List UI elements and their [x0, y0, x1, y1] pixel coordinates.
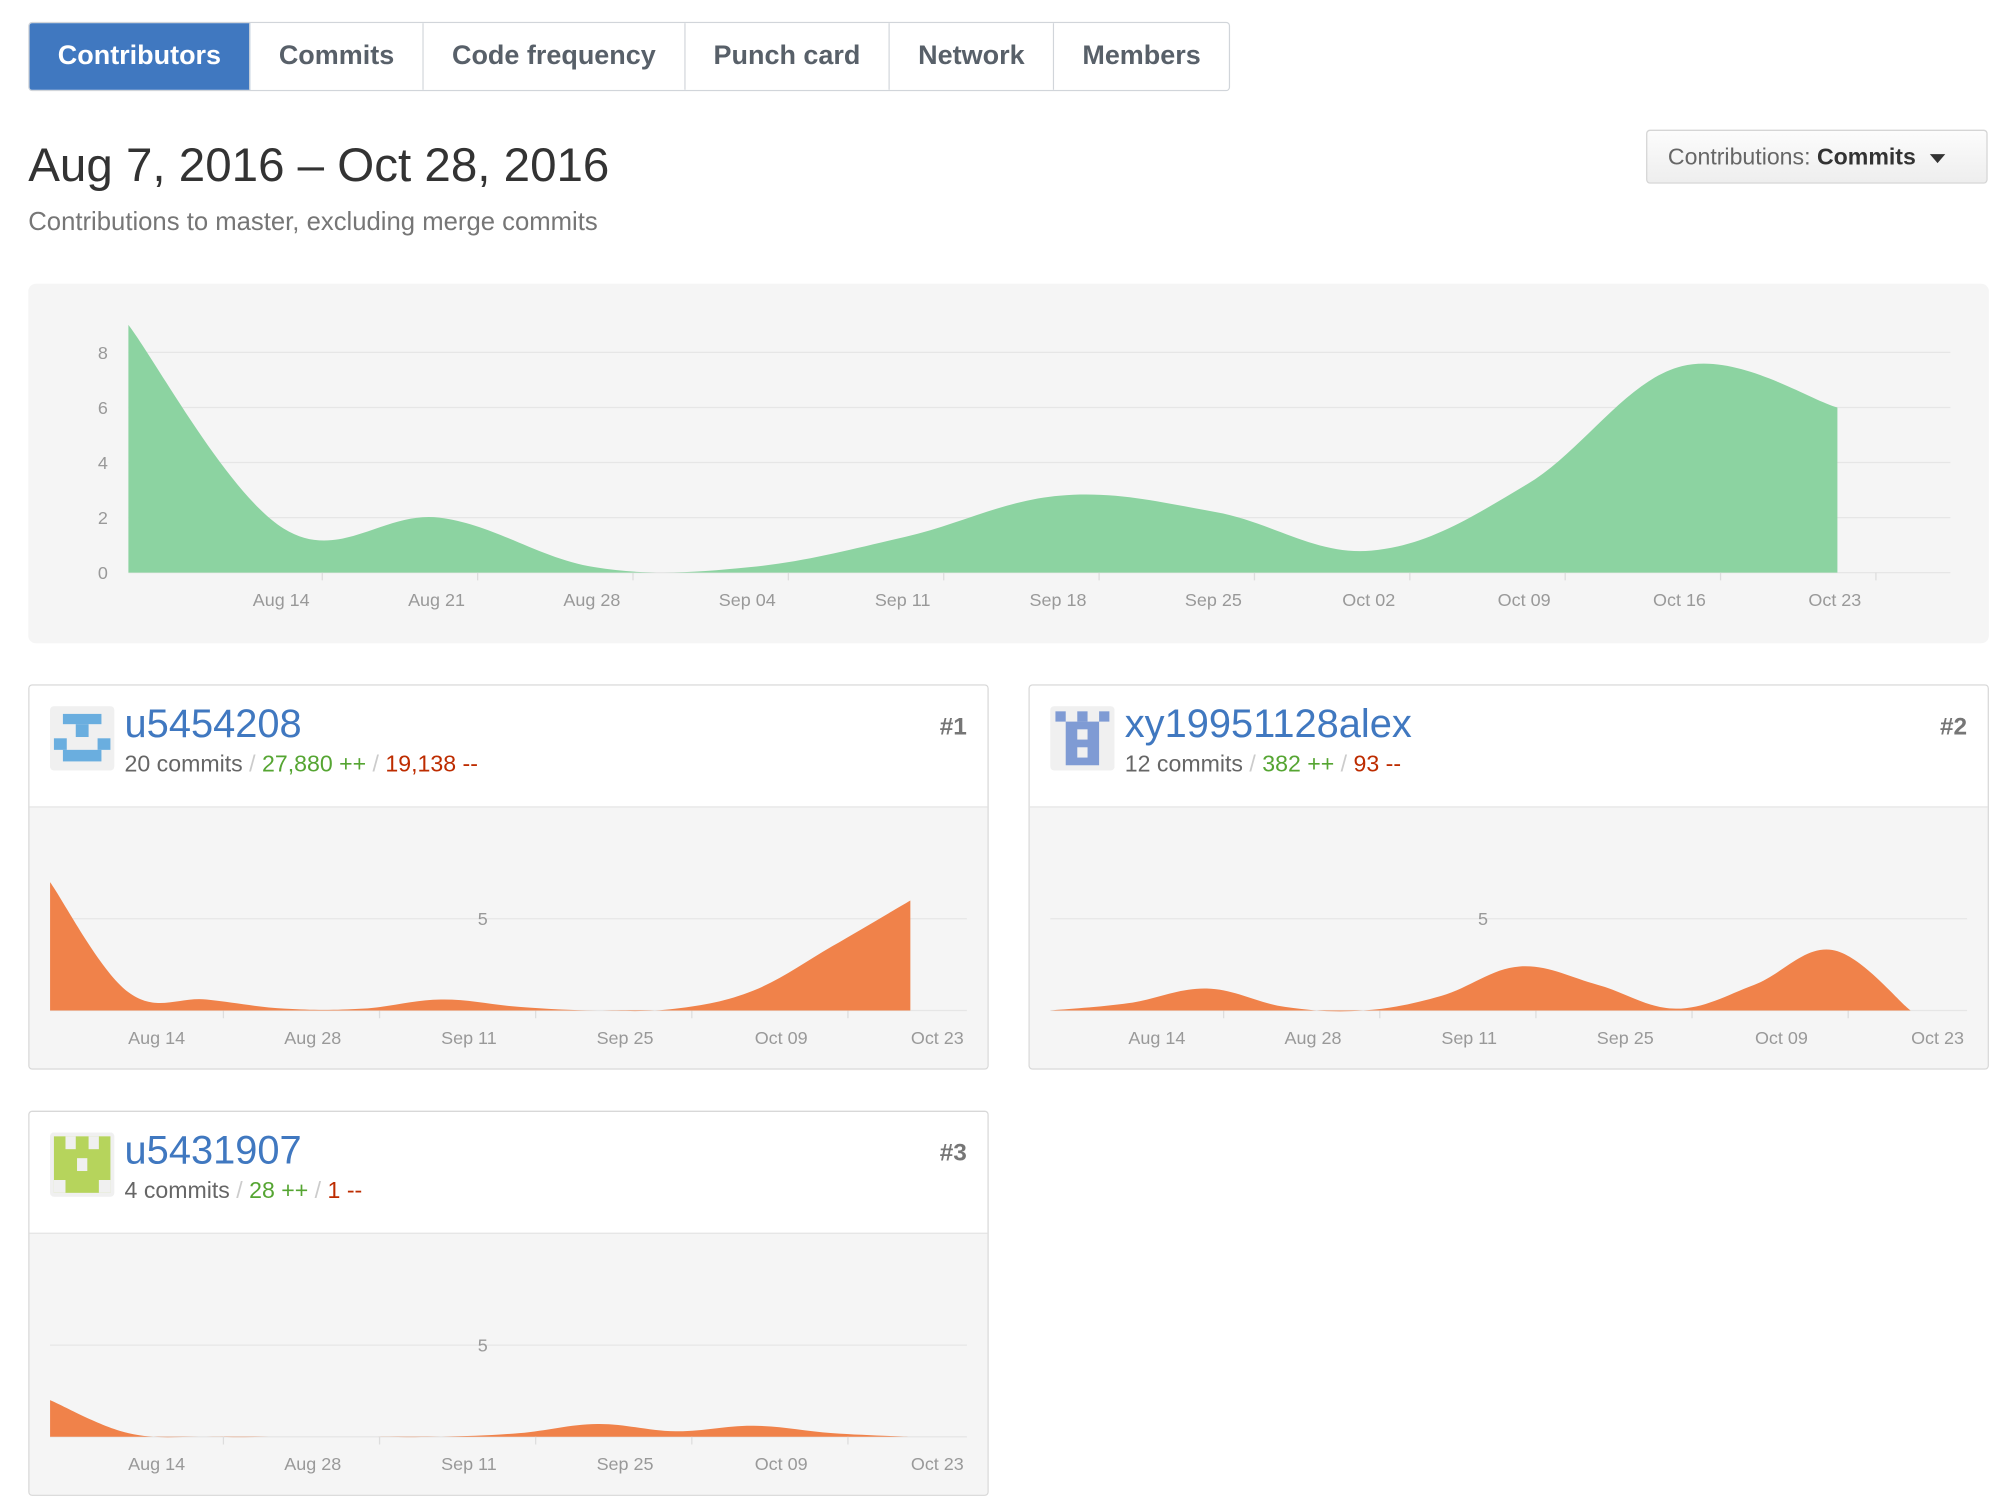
x-tick-label: Sep 18: [1030, 590, 1087, 610]
graph-tabs: Contributors Commits Code frequency Punc…: [28, 21, 1231, 92]
commits-count-link[interactable]: 20 commits: [125, 751, 243, 777]
x-tick-label: Sep 25: [597, 1028, 654, 1048]
contributor-graph-svg: 5 Aug 14 Aug 28 Sep 11 Sep 25 Oct 09 Oct 23: [50, 882, 967, 1048]
contributor-area: [50, 882, 911, 1012]
y-tick-label: 2: [98, 508, 108, 528]
x-tick-label: Oct 23: [911, 1028, 964, 1048]
separator: /: [249, 751, 256, 777]
separator: /: [372, 751, 379, 777]
contributor-card: xy19951128alex 12 commits/382 ++/93 -- #…: [1028, 684, 1989, 1070]
additions-count: 27,880 ++: [261, 751, 367, 777]
contributor-area: [50, 1400, 911, 1438]
x-tick-label: Aug 28: [1285, 1028, 1342, 1048]
contributor-header: u5454208 20 commits/27,880 ++/19,138 -- …: [29, 685, 988, 808]
contributor-rank: #3: [939, 1140, 967, 1168]
contributor-card: u5454208 20 commits/27,880 ++/19,138 -- …: [28, 684, 989, 1070]
contributor-graph-svg: 5 Aug 14 Aug 28 Sep 11 Sep 25 Oct 09 Oct 23: [1050, 909, 1968, 1048]
separator: /: [1249, 751, 1256, 777]
commits-count-link[interactable]: 12 commits: [1125, 751, 1243, 777]
x-tick-label: Aug 14: [128, 1028, 185, 1048]
contributor-header: xy19951128alex 12 commits/382 ++/93 -- #…: [1029, 685, 1988, 808]
contributor-stats: 4 commits/28 ++/1 --: [125, 1177, 363, 1204]
identicon-icon: [1050, 706, 1115, 771]
x-tick-label: Oct 23: [1808, 590, 1861, 610]
tab-commits[interactable]: Commits: [250, 23, 424, 90]
tab-code-frequency[interactable]: Code frequency: [423, 23, 686, 90]
additions-count: 28 ++: [249, 1177, 309, 1204]
avatar[interactable]: [1050, 706, 1115, 771]
tab-members[interactable]: Members: [1054, 23, 1229, 90]
commits-overview-graph[interactable]: 0 2 4 6 8 Aug 14 Aug 21 Aug 28 Sep 04 Sep 11 Sep 1…: [28, 283, 1989, 644]
deletions-count: 19,138 --: [385, 751, 478, 777]
x-tick-label: Aug 14: [253, 590, 310, 610]
x-tick-label: Oct 09: [755, 1028, 808, 1048]
contributor-graph[interactable]: 5 Aug 14 Aug 28 Sep 11 Sep 25 Oct 09 Oct 23: [29, 1233, 988, 1495]
contributor-username[interactable]: u5431907: [125, 1127, 302, 1173]
x-tick-label: Aug 28: [284, 1454, 341, 1474]
contributor-username[interactable]: u5454208: [125, 701, 302, 747]
deletions-count: 93 --: [1353, 751, 1402, 777]
contributor-area: [1050, 949, 1911, 1012]
identicon-icon: [50, 706, 115, 771]
y-tick-label: 0: [98, 563, 108, 583]
contributor-header: u5431907 4 commits/28 ++/1 -- #3: [29, 1111, 988, 1234]
date-range-title: Aug 7, 2016 – Oct 28, 2016: [28, 138, 610, 192]
contributions-select-value: Commits: [1816, 143, 1916, 170]
y-tick-label: 5: [478, 1336, 488, 1356]
contributor-graph[interactable]: 5 Aug 14 Aug 28 Sep 11 Sep 25 Oct 09 Oct 23: [29, 807, 988, 1069]
x-tick-label: Aug 21: [408, 590, 465, 610]
x-tick-label: Oct 09: [1755, 1028, 1808, 1048]
avatar[interactable]: [50, 706, 115, 771]
y-tick-label: 8: [98, 343, 108, 363]
contributor-graph[interactable]: 5 Aug 14 Aug 28 Sep 11 Sep 25 Oct 09 Oct 23: [1029, 807, 1988, 1069]
x-tick-label: Sep 25: [1185, 590, 1242, 610]
x-tick-label: Oct 23: [911, 1454, 964, 1474]
contributor-stats: 12 commits/382 ++/93 --: [1125, 751, 1401, 778]
separator: /: [314, 1177, 322, 1204]
contributions-select[interactable]: Contributions: Commits: [1646, 129, 1988, 184]
y-tick-label: 5: [478, 909, 488, 929]
x-tick-label: Oct 09: [755, 1454, 808, 1474]
x-tick-label: Sep 11: [441, 1028, 497, 1048]
x-tick-label: Sep 11: [1441, 1028, 1497, 1048]
x-tick-label: Aug 28: [284, 1028, 341, 1048]
chevron-down-icon: [1929, 153, 1946, 163]
x-tick-label: Sep 04: [719, 590, 776, 610]
x-tick-label: Oct 16: [1653, 590, 1706, 610]
x-tick-label: Sep 11: [875, 590, 931, 610]
contributor-rank: #1: [939, 713, 967, 741]
commits-area: [128, 324, 1838, 573]
x-tick-label: Oct 02: [1342, 590, 1395, 610]
x-tick-label: Sep 25: [597, 1454, 654, 1474]
tab-punch-card[interactable]: Punch card: [685, 23, 890, 90]
x-tick-label: Sep 25: [1597, 1028, 1654, 1048]
contributors-page: Contributors Commits Code frequency Punc…: [0, 0, 2012, 1510]
identicon-icon: [50, 1132, 115, 1197]
y-tick-label: 4: [98, 453, 108, 473]
x-tick-label: Aug 14: [1128, 1028, 1185, 1048]
additions-count: 382 ++: [1262, 751, 1335, 777]
separator: /: [1340, 751, 1348, 777]
contributor-username[interactable]: xy19951128alex: [1125, 701, 1412, 747]
contributor-rank: #2: [1939, 713, 1968, 741]
separator: /: [236, 1177, 243, 1204]
x-tick-label: Sep 11: [441, 1454, 497, 1474]
contributor-stats: 20 commits/27,880 ++/19,138 --: [125, 751, 478, 778]
y-tick-label: 6: [98, 398, 108, 418]
deletions-count: 1 --: [327, 1177, 363, 1204]
x-tick-label: Oct 23: [1911, 1028, 1964, 1048]
tab-network[interactable]: Network: [889, 23, 1055, 90]
avatar[interactable]: [50, 1132, 115, 1197]
contributions-select-prefix: Contributions:: [1667, 143, 1811, 170]
commits-overview-svg: 0 2 4 6 8 Aug 14 Aug 21 Aug 28 Sep 04 Sep 11 Sep 1…: [98, 324, 1951, 610]
x-tick-label: Aug 14: [128, 1454, 185, 1474]
commits-count-link[interactable]: 4 commits: [125, 1177, 230, 1203]
x-tick-label: Aug 28: [563, 590, 620, 610]
graph-subtitle: Contributions to master, excluding merge…: [28, 208, 598, 237]
x-tick-label: Oct 09: [1498, 590, 1551, 610]
y-tick-label: 5: [1478, 909, 1488, 929]
contributor-graph-svg: 5 Aug 14 Aug 28 Sep 11 Sep 25 Oct 09 Oct 23: [50, 1336, 967, 1474]
contributor-card: u5431907 4 commits/28 ++/1 -- #3 5 Aug 14…: [28, 1110, 989, 1496]
tab-contributors[interactable]: Contributors: [29, 23, 251, 90]
